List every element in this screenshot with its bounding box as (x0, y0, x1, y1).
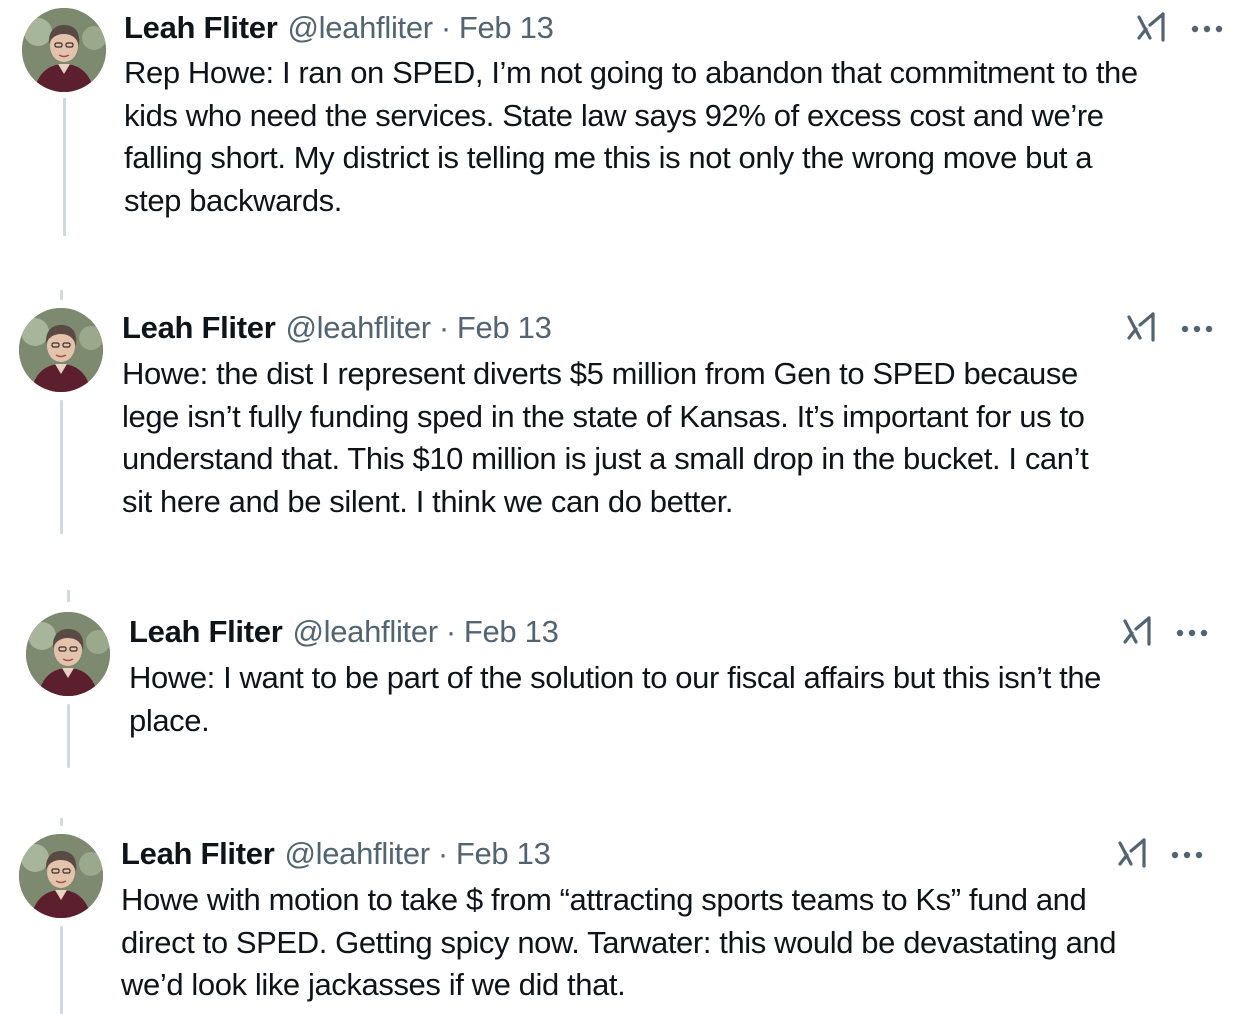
author-name[interactable]: Leah Fliter (124, 10, 278, 46)
grok-icon[interactable] (1136, 10, 1170, 44)
tweet-text: Rep Howe: I ran on SPED, I’m not going t… (124, 55, 1138, 218)
grok-icon[interactable] (1117, 836, 1151, 870)
author-handle[interactable]: @leahfliter (292, 614, 438, 650)
tweet-2[interactable]: Leah Fliter @leahfliter · Feb 13 Howe: t… (0, 290, 1238, 550)
grok-icon[interactable] (1126, 310, 1160, 344)
thread-line (63, 98, 66, 236)
separator-dot: · (440, 10, 451, 45)
author-name[interactable]: Leah Fliter (121, 836, 275, 872)
thread-line (60, 290, 63, 300)
tweet-date[interactable]: Feb 13 (464, 614, 559, 650)
tweet-1[interactable]: Leah Fliter @leahfliter · Feb 13 Rep How… (0, 0, 1238, 260)
tweet-header: Leah Fliter @leahfliter · Feb 13 (121, 834, 551, 874)
tweet-header: Leah Fliter @leahfliter · Feb 13 (124, 8, 554, 48)
avatar[interactable] (26, 612, 110, 696)
separator-dot: · (445, 614, 456, 649)
author-handle[interactable]: @leahfliter (285, 310, 431, 346)
tweet-header: Leah Fliter @leahfliter · Feb 13 (129, 612, 559, 652)
more-options-icon[interactable] (1190, 22, 1224, 36)
author-name[interactable]: Leah Fliter (129, 614, 283, 650)
author-handle[interactable]: @leahfliter (287, 10, 433, 46)
thread-line (60, 400, 63, 534)
more-options-icon[interactable] (1175, 626, 1209, 640)
tweet-text: Howe: I want to be part of the solution … (129, 660, 1102, 738)
author-handle[interactable]: @leahfliter (284, 836, 430, 872)
avatar[interactable] (19, 834, 103, 918)
tweet-date[interactable]: Feb 13 (456, 836, 551, 872)
more-options-icon[interactable] (1170, 848, 1204, 862)
tweet-date[interactable]: Feb 13 (459, 10, 554, 46)
avatar[interactable] (19, 308, 103, 392)
tweet-date[interactable]: Feb 13 (457, 310, 552, 346)
avatar[interactable] (22, 8, 106, 92)
tweet-header: Leah Fliter @leahfliter · Feb 13 (122, 308, 552, 348)
separator-dot: · (438, 310, 449, 345)
thread-line (60, 818, 63, 826)
tweet-4[interactable]: Leah Fliter @leahfliter · Feb 13 Howe wi… (0, 818, 1238, 1014)
tweet-text: Howe: the dist I represent diverts $5 mi… (122, 356, 1089, 519)
author-name[interactable]: Leah Fliter (122, 310, 276, 346)
thread-line (60, 926, 63, 1014)
grok-icon[interactable] (1122, 614, 1156, 648)
separator-dot: · (437, 836, 448, 871)
thread-line (67, 704, 70, 768)
tweet-text: Howe with motion to take $ from “attract… (121, 882, 1117, 1002)
thread-line (67, 590, 70, 602)
more-options-icon[interactable] (1180, 322, 1214, 336)
tweet-3[interactable]: Leah Fliter @leahfliter · Feb 13 Howe: I… (0, 590, 1238, 780)
